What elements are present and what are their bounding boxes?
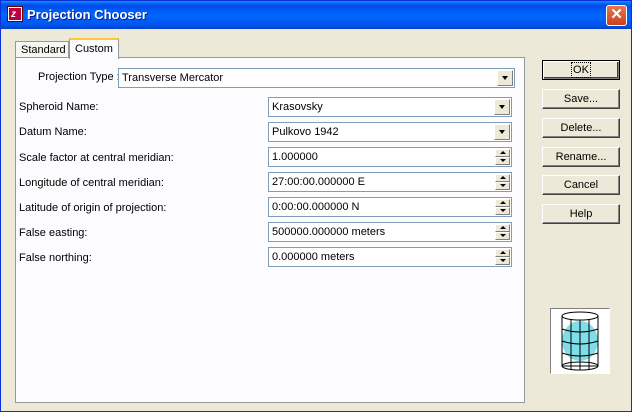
spin-up-icon[interactable] (495, 224, 510, 232)
longitude-value: 27:00:00.000000 E (272, 176, 365, 188)
spin-down-icon[interactable] (495, 157, 510, 165)
ok-button-label: OK (571, 62, 591, 78)
false-easting-value: 500000.000000 meters (272, 226, 386, 238)
latitude-value: 0:00:00.000000 N (272, 201, 360, 213)
chevron-down-icon[interactable] (494, 99, 510, 115)
spinner (495, 199, 510, 215)
spin-up-icon[interactable] (495, 149, 510, 157)
cancel-button[interactable]: Cancel (542, 175, 620, 195)
rename-button[interactable]: Rename... (542, 147, 620, 167)
close-button[interactable]: ✕ (606, 5, 627, 26)
spin-down-icon[interactable] (495, 207, 510, 215)
delete-button[interactable]: Delete... (542, 118, 620, 138)
cylinder-projection-icon (550, 308, 610, 374)
spin-down-icon[interactable] (495, 232, 510, 240)
scale-factor-value: 1.000000 (272, 151, 318, 163)
longitude-input[interactable]: 27:00:00.000000 E (268, 172, 512, 192)
spin-down-icon[interactable] (495, 257, 510, 265)
false-northing-value: 0.000000 meters (272, 251, 355, 263)
scale-factor-label: Scale factor at central meridian: (19, 152, 174, 164)
spheroid-select[interactable]: Krasovsky (268, 97, 512, 117)
chevron-down-icon[interactable] (497, 70, 513, 86)
projection-app-icon: z (7, 6, 23, 22)
projection-chooser-window: z Projection Chooser ✕ Standard Custom P… (0, 0, 632, 412)
tab-standard[interactable]: Standard (15, 41, 69, 58)
false-easting-input[interactable]: 500000.000000 meters (268, 222, 512, 242)
projection-type-select[interactable]: Transverse Mercator (118, 68, 515, 88)
false-easting-label: False easting: (19, 227, 88, 239)
title-bar[interactable]: z Projection Chooser ✕ (1, 1, 631, 29)
save-button[interactable]: Save... (542, 89, 620, 109)
projection-type-value: Transverse Mercator (122, 72, 224, 84)
spinner (495, 174, 510, 190)
window-title: Projection Chooser (27, 7, 147, 22)
spinner (495, 149, 510, 165)
tab-custom[interactable]: Custom (69, 38, 119, 59)
datum-value: Pulkovo 1942 (272, 126, 339, 138)
help-button[interactable]: Help (542, 204, 620, 224)
latitude-label: Latitude of origin of projection: (19, 202, 167, 214)
false-northing-input[interactable]: 0.000000 meters (268, 247, 512, 267)
ok-button[interactable]: OK (542, 60, 620, 80)
datum-select[interactable]: Pulkovo 1942 (268, 122, 512, 142)
scale-factor-input[interactable]: 1.000000 (268, 147, 512, 167)
latitude-input[interactable]: 0:00:00.000000 N (268, 197, 512, 217)
projection-type-label: Projection Type : (38, 71, 120, 83)
datum-label: Datum Name: (19, 126, 87, 138)
spin-up-icon[interactable] (495, 199, 510, 207)
spin-up-icon[interactable] (495, 174, 510, 182)
chevron-down-icon[interactable] (494, 124, 510, 140)
spin-down-icon[interactable] (495, 182, 510, 190)
longitude-label: Longitude of central meridian: (19, 177, 164, 189)
spin-up-icon[interactable] (495, 249, 510, 257)
false-northing-label: False northing: (19, 252, 92, 264)
spheroid-value: Krasovsky (272, 101, 323, 113)
spinner (495, 249, 510, 265)
spheroid-label: Spheroid Name: (19, 101, 99, 113)
spinner (495, 224, 510, 240)
